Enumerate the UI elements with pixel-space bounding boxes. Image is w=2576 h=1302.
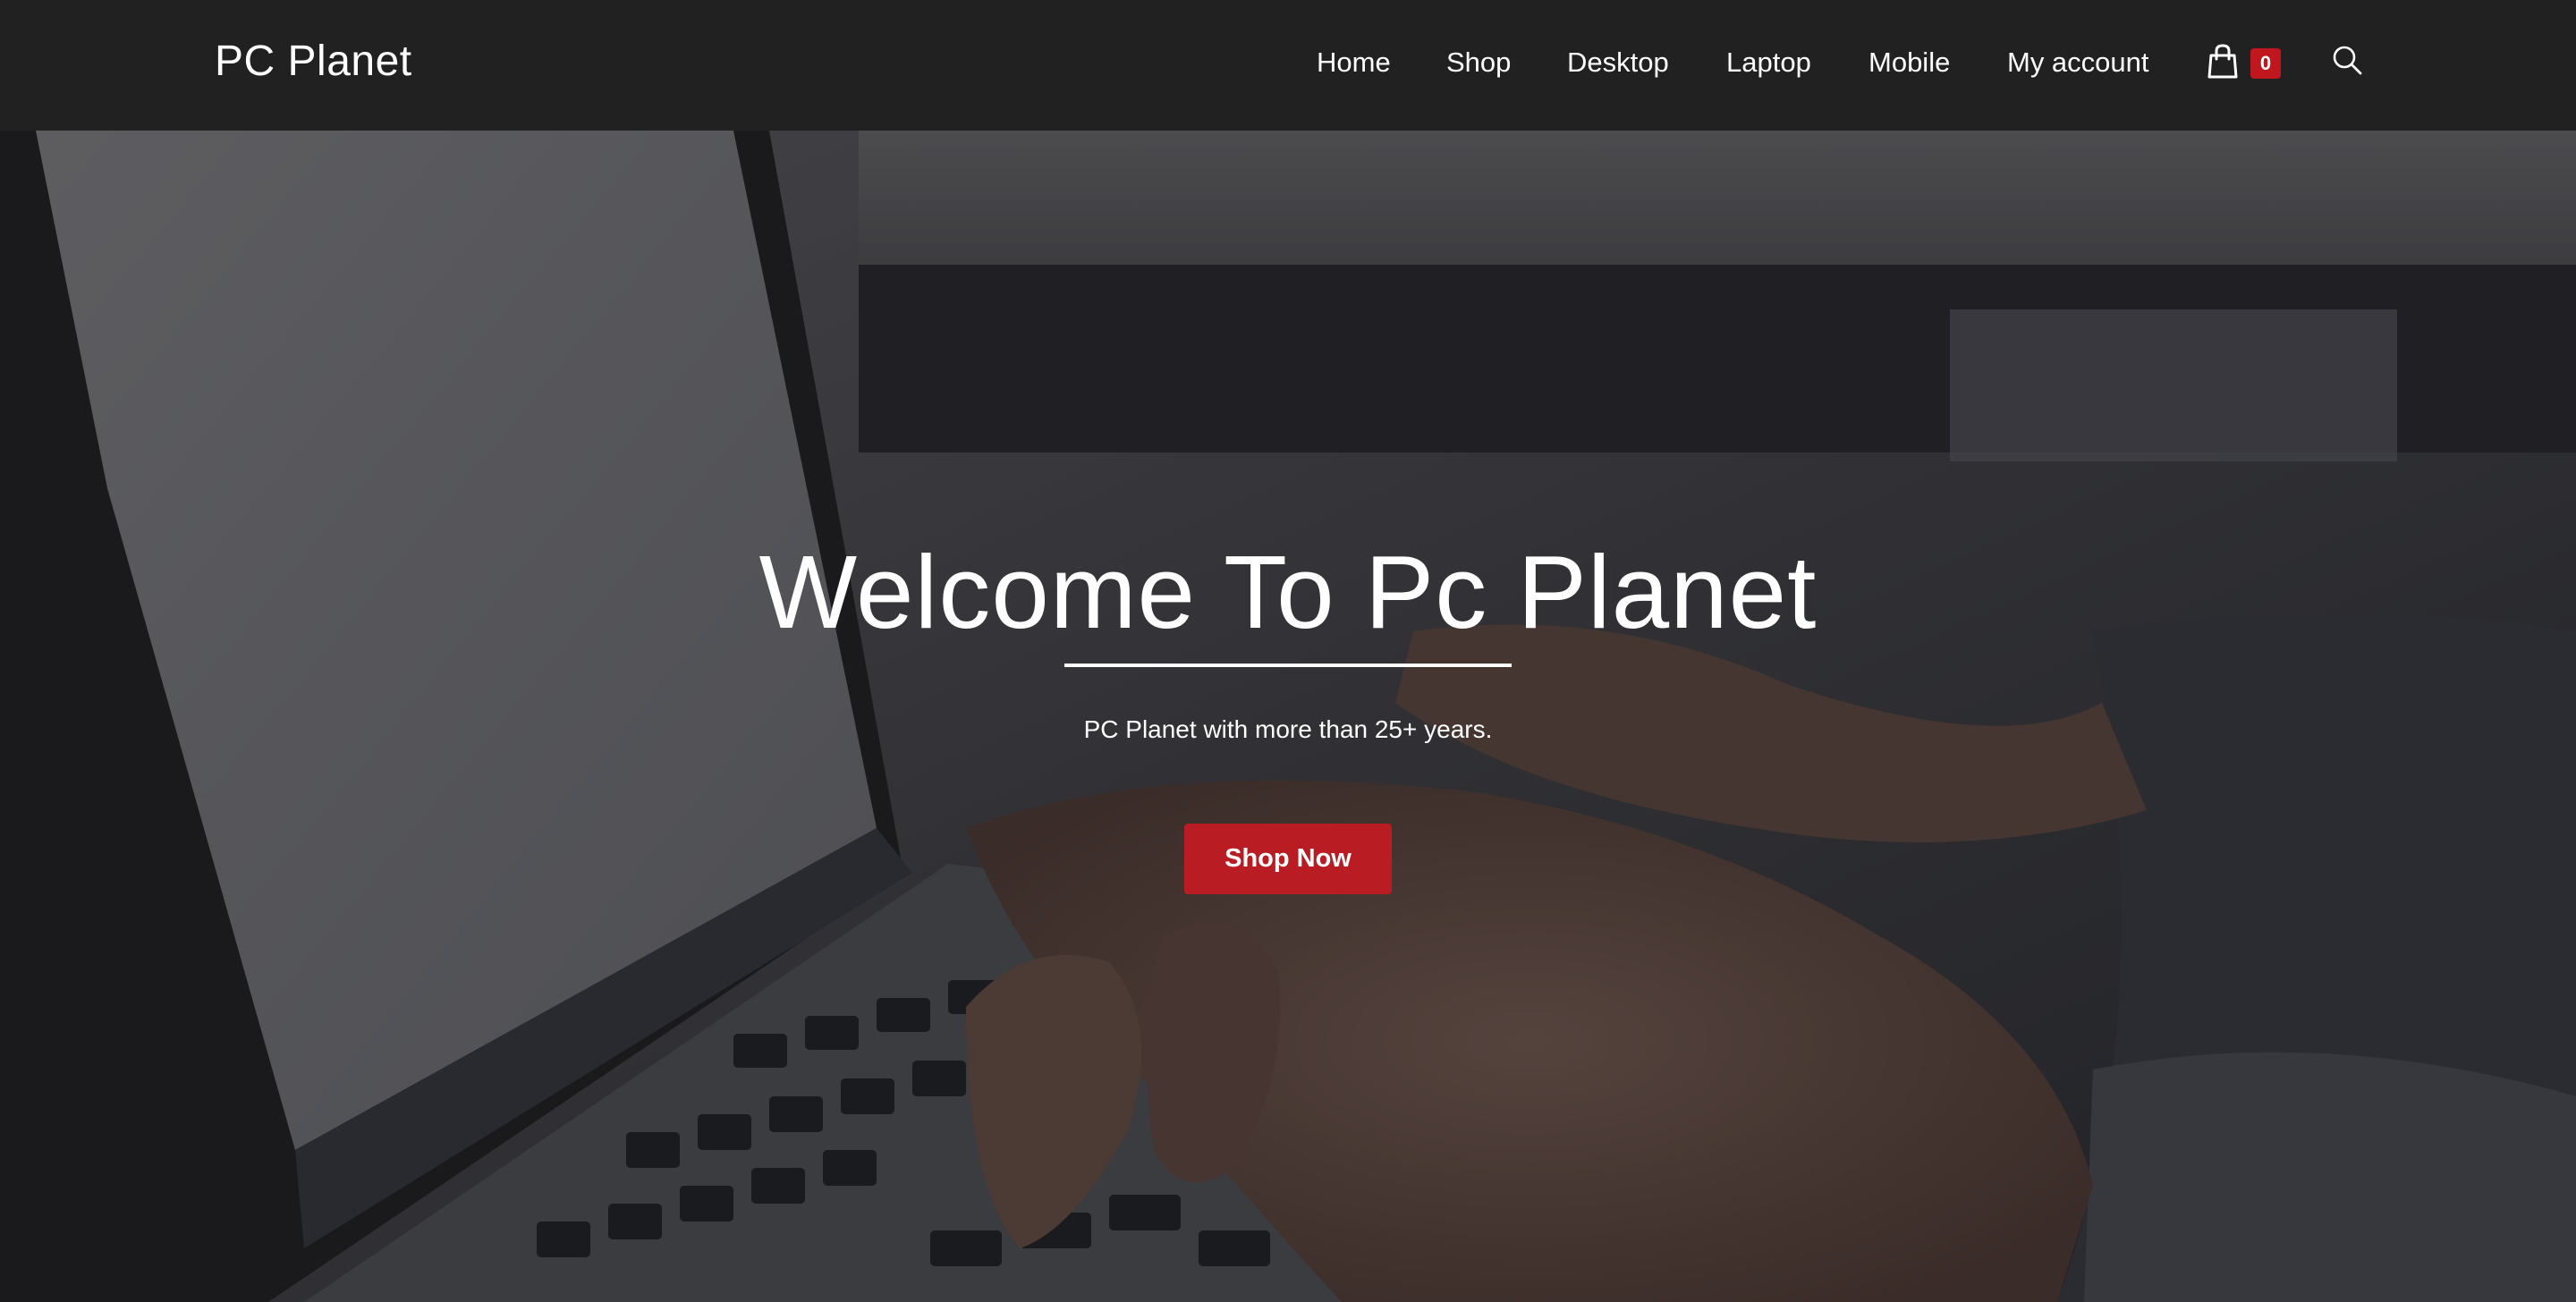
nav-item-shop[interactable]: Shop <box>1446 45 1511 80</box>
hero-subtitle: PC Planet with more than 25+ years. <box>1083 715 1493 743</box>
search-button[interactable] <box>2331 45 2363 77</box>
site-header: PC Planet Home Shop Desktop Laptop Mobil… <box>0 0 2576 131</box>
nav-item-mobile[interactable]: Mobile <box>1868 45 1950 80</box>
nav-item-my-account[interactable]: My account <box>2007 45 2149 80</box>
hero-divider <box>1064 664 1512 667</box>
hero-banner: Welcome To Pc Planet PC Planet with more… <box>0 131 2576 1302</box>
nav-item-laptop[interactable]: Laptop <box>1726 45 1811 80</box>
search-icon <box>2333 46 2362 75</box>
cart-count-badge: 0 <box>2250 48 2281 79</box>
nav-item-home[interactable]: Home <box>1317 45 1391 80</box>
nav-item-desktop[interactable]: Desktop <box>1567 45 1669 80</box>
shopping-bag-icon <box>2207 44 2238 79</box>
shop-now-button[interactable]: Shop Now <box>1184 824 1392 894</box>
cart-button[interactable]: 0 <box>2207 43 2283 84</box>
main-nav: Home Shop Desktop Laptop Mobile My accou… <box>0 0 2576 131</box>
hero-title: Welcome To Pc Planet <box>758 534 1818 650</box>
